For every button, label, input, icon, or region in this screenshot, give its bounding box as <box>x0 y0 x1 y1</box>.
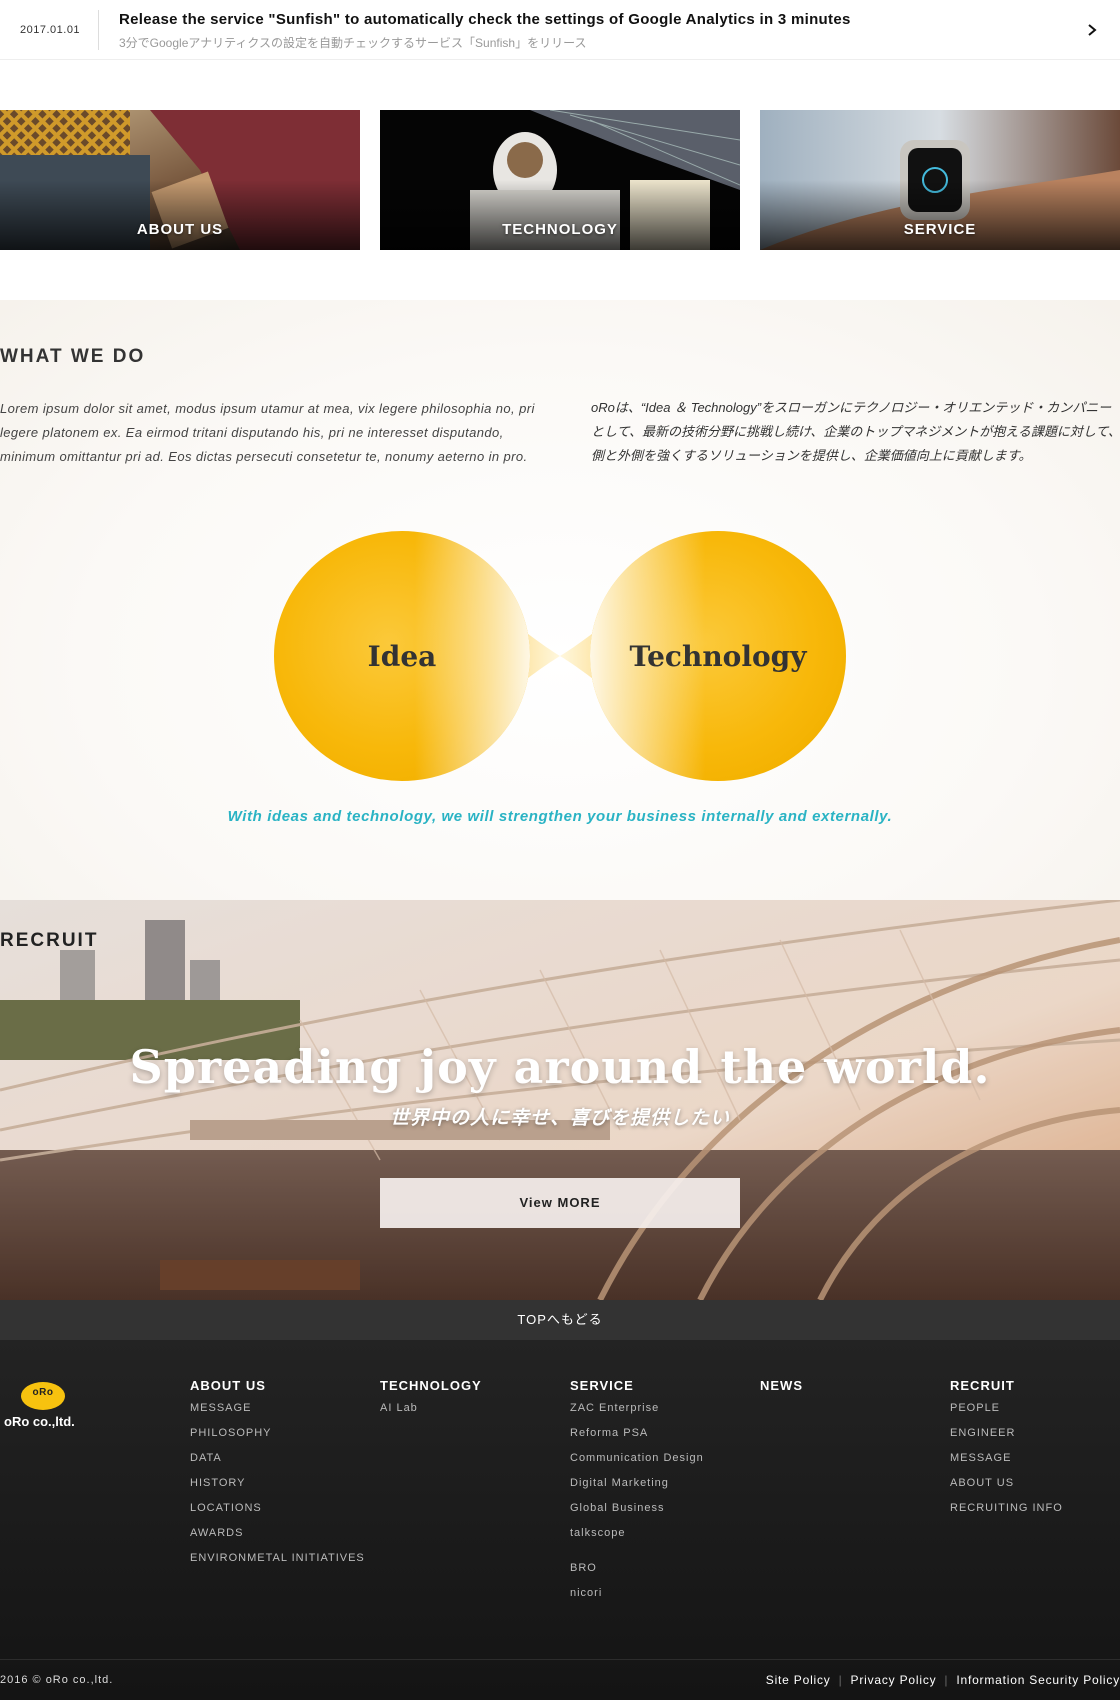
section-cards: ABOUT US TECHNOLOGY SERVICE <box>0 110 1120 250</box>
chevron-right-icon[interactable] <box>1084 20 1100 40</box>
footer-column-service: SERVICE ZAC Enterprise Reforma PSA Commu… <box>570 1378 704 1611</box>
separator: | <box>944 1673 949 1687</box>
section-what-we-do: WHAT WE DO Lorem ipsum dolor sit amet, m… <box>0 300 1120 900</box>
card-technology[interactable]: TECHNOLOGY <box>380 110 740 250</box>
footer-heading[interactable]: SERVICE <box>570 1378 704 1393</box>
recruit-headline: Spreading joy around the world. <box>129 1040 991 1094</box>
news-title[interactable]: Release the service "Sunfish" to automat… <box>119 11 851 28</box>
description-en: Lorem ipsum dolor sit amet, modus ipsum … <box>0 401 535 464</box>
news-divider <box>98 10 99 50</box>
description-jp: oRoは、“Idea ＆ Technology”をスローガンにテクノロジー・オリ… <box>591 396 1120 468</box>
view-more-button[interactable]: View MORE <box>380 1178 740 1228</box>
footer-heading[interactable]: ABOUT US <box>190 1378 365 1393</box>
card-label: SERVICE <box>903 221 977 238</box>
recruit-subline: 世界中の人に幸せ、喜びを提供したい <box>389 1108 730 1129</box>
section-heading: WHAT WE DO <box>0 346 146 367</box>
footer-heading[interactable]: RECRUIT <box>950 1378 1063 1393</box>
footer-column-news: NEWS <box>760 1378 803 1401</box>
privacy-policy-link[interactable]: Privacy Policy <box>851 1673 937 1687</box>
footer-link[interactable]: RECRUITING INFO <box>950 1501 1063 1526</box>
policy-links: Site Policy | Privacy Policy | Information S… <box>766 1673 1120 1687</box>
site-policy-link[interactable]: Site Policy <box>766 1673 831 1687</box>
footer-column-about-us: ABOUT US MESSAGE PHILOSOPHY DATA HISTORY… <box>190 1378 365 1576</box>
footer-spacer <box>570 1551 704 1561</box>
footer: oRo oRo co.,ltd. ABOUT US MESSAGE PHILOS… <box>0 1340 1120 1700</box>
footer-link[interactable]: ZAC Enterprise <box>570 1401 704 1426</box>
description-jp-line: として、最新の技術分野に挑戦し続け、企業のトップマネジメントが抱える課題に対して… <box>591 424 1120 439</box>
footer-link[interactable]: Digital Marketing <box>570 1476 704 1501</box>
footer-link[interactable]: Reforma PSA <box>570 1426 704 1451</box>
footer-link[interactable]: HISTORY <box>190 1476 365 1501</box>
company-name: oRo co.,ltd. <box>4 1414 75 1429</box>
tagline: With ideas and technology, we will stren… <box>227 808 893 825</box>
section-recruit: RECRUIT Spreading joy around the world. … <box>0 900 1120 1300</box>
footer-link[interactable]: Communication Design <box>570 1451 704 1476</box>
footer-column-technology: TECHNOLOGY AI Lab <box>380 1378 482 1426</box>
footer-link[interactable]: LOCATIONS <box>190 1501 365 1526</box>
description-jp-line: oRoは、“Idea ＆ Technology”をスローガンにテクノロジー・オリ… <box>591 400 1112 415</box>
footer-link[interactable]: MESSAGE <box>950 1451 1063 1476</box>
footer-link[interactable]: ENVIRONMETAL INITIATIVES <box>190 1551 365 1576</box>
card-label: TECHNOLOGY <box>502 221 618 238</box>
technology-label: Technology <box>629 640 807 673</box>
copyright: 2016 © oRo co.,ltd. <box>0 1674 114 1686</box>
idea-label: Idea <box>368 640 437 673</box>
logo-mark-text: oRo <box>32 1387 54 1398</box>
news-bar[interactable]: 2017.01.01 Release the service "Sunfish"… <box>0 0 1120 60</box>
back-to-top-button[interactable]: TOPへもどる <box>0 1300 1120 1340</box>
description-jp-line: 側と外側を強くするソリューションを提供し、企業価値向上に貢献します。 <box>591 448 1032 463</box>
footer-heading[interactable]: NEWS <box>760 1378 803 1393</box>
footer-divider <box>0 1659 1120 1660</box>
section-heading: RECRUIT <box>0 930 99 951</box>
footer-heading[interactable]: TECHNOLOGY <box>380 1378 482 1393</box>
separator: | <box>838 1673 843 1687</box>
footer-column-recruit: RECRUIT PEOPLE ENGINEER MESSAGE ABOUT US… <box>950 1378 1063 1526</box>
footer-link[interactable]: MESSAGE <box>190 1401 365 1426</box>
card-about-us[interactable]: ABOUT US <box>0 110 360 250</box>
footer-link[interactable]: AWARDS <box>190 1526 365 1551</box>
company-logo[interactable]: oRo oRo co.,ltd. <box>4 1380 84 1430</box>
information-security-policy-link[interactable]: Information Security Policy <box>956 1673 1120 1687</box>
footer-link[interactable]: AI Lab <box>380 1401 482 1426</box>
card-label: ABOUT US <box>136 221 224 238</box>
footer-link[interactable]: PHILOSOPHY <box>190 1426 365 1451</box>
news-date: 2017.01.01 <box>20 24 81 36</box>
news-subtitle: 3分でGoogleアナリティクスの設定を自動チェックするサービス「Sunfish… <box>119 36 587 50</box>
footer-link[interactable]: talkscope <box>570 1526 704 1551</box>
footer-link[interactable]: DATA <box>190 1451 365 1476</box>
idea-technology-graphic: Idea Technology <box>274 531 846 781</box>
footer-link[interactable]: Global Business <box>570 1501 704 1526</box>
footer-link[interactable]: BRO <box>570 1561 704 1586</box>
card-service[interactable]: SERVICE <box>760 110 1120 250</box>
footer-link[interactable]: ABOUT US <box>950 1476 1063 1501</box>
recruit-background-image <box>0 900 1120 1300</box>
footer-link[interactable]: ENGINEER <box>950 1426 1063 1451</box>
footer-link[interactable]: nicori <box>570 1586 704 1611</box>
footer-link[interactable]: PEOPLE <box>950 1401 1063 1426</box>
